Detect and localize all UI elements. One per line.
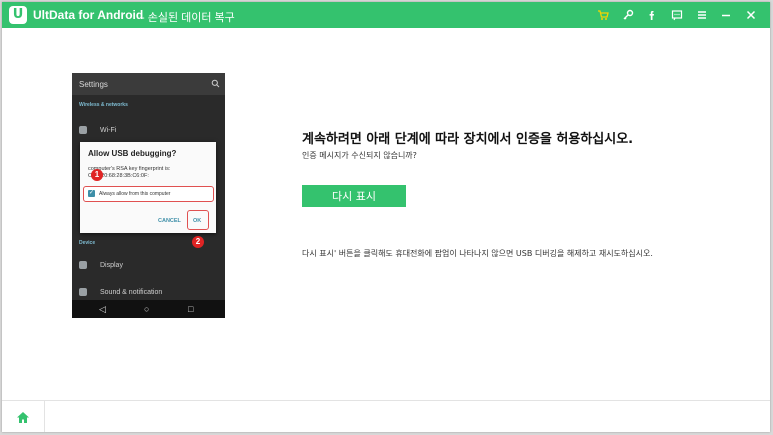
wifi-icon [79,126,87,134]
display-icon [79,261,87,269]
app-window: U UltData for Android - 손실된 데이터 복구 Setti… [2,2,770,432]
phone-screenshot: Settings Wireless & networks Wi-Fi Allow… [72,73,225,318]
fingerprint-line-1: computer's RSA key fingerprint is: [88,166,171,172]
fingerprint-line-2: C:52:20:68:28:3B:C6:0F: [88,173,149,179]
phone-item-wifi: Wi-Fi [100,127,117,134]
recents-icon: □ [188,304,194,314]
phone-section-device: Device [79,240,96,246]
instruction-heading: 계속하려면 아래 단계에 따라 장치에서 인증을 허용하십시오. [302,132,634,147]
phone-item-sound: Sound & notification [100,289,163,296]
bell-icon [79,288,87,296]
step-marker-2: 2 [192,236,204,248]
feedback-icon [671,10,683,21]
step-marker-1: 1 [91,169,103,181]
footer-bar [2,400,770,432]
dialog-ok-button: OK [193,218,202,224]
phone-settings-title: Settings [79,80,108,89]
dialog-title: Allow USB debugging? [88,149,177,158]
show-again-button[interactable]: 다시 표시 [302,185,406,207]
minimize-button[interactable] [717,6,735,24]
main-content: Settings Wireless & networks Wi-Fi Allow… [2,28,770,400]
usb-debugging-dialog: Allow USB debugging? computer's RSA key … [80,142,216,233]
retry-note: 다시 표시' 버튼을 클릭해도 휴대전화에 팝업이 나타나지 않으면 USB 디… [302,249,653,258]
always-allow-label: Always allow from this computer [99,191,171,197]
home-icon [17,411,29,423]
minimize-icon [722,14,730,17]
back-icon: ◁ [99,304,106,314]
feedback-button[interactable] [668,6,686,24]
phone-section-wireless: Wireless & networks [79,102,128,108]
phone-settings-header: Settings [72,73,225,95]
cart-icon [598,10,609,20]
menu-button[interactable] [693,6,711,24]
close-button[interactable] [742,6,760,24]
app-logo-icon: U [9,6,27,24]
facebook-button[interactable] [643,6,661,24]
home-button[interactable] [2,401,45,432]
app-subtitle: - 손실된 데이터 복구 [141,12,235,24]
key-icon [623,9,634,20]
facebook-icon [649,11,654,20]
home-circle-icon: ○ [144,304,150,314]
close-icon [746,10,756,20]
always-allow-checkbox-row[interactable]: ✓ Always allow from this computer [83,186,214,202]
app-name: UltData for Android [33,8,144,22]
checkbox-checked-icon: ✓ [88,190,95,197]
registration-key-button[interactable] [619,6,637,24]
cart-button[interactable] [594,6,612,24]
search-icon [211,79,220,88]
title-bar: U UltData for Android - 손실된 데이터 복구 [2,2,770,28]
phone-item-display: Display [100,262,123,269]
menu-icon [698,11,706,19]
dialog-fingerprint-text: computer's RSA key fingerprint is: C:52:… [88,166,212,180]
no-message-prompt: 인증 메시지가 수신되지 않습니까? [302,151,417,160]
dialog-cancel-button: CANCEL [158,218,181,224]
phone-nav-bar: ◁ ○ □ [72,300,225,318]
